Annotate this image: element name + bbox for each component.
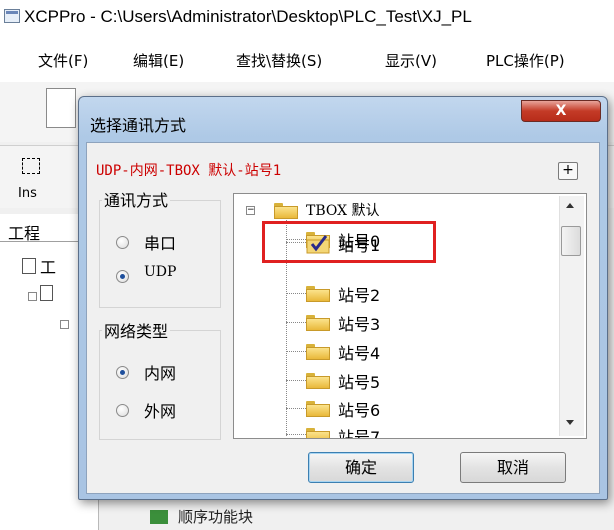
tree-station-4[interactable]: 站号4 xyxy=(338,340,380,364)
block-icon xyxy=(150,510,168,524)
menu-file[interactable]: 文件(F) xyxy=(38,50,88,71)
folder-icon xyxy=(306,401,330,417)
close-button[interactable]: X xyxy=(521,100,601,122)
document-icon xyxy=(40,285,53,301)
folder-icon xyxy=(274,203,298,219)
window-title: XCPPro - C:\Users\Administrator\Desktop\… xyxy=(24,7,472,26)
sequential-block-item[interactable]: 顺序功能块 xyxy=(178,506,253,527)
expand-button[interactable]: + xyxy=(558,162,578,180)
radio-serial[interactable] xyxy=(116,236,129,249)
project-tree-item[interactable]: 工 xyxy=(40,254,56,278)
tree-branch xyxy=(286,322,306,323)
tree-expand-icon[interactable] xyxy=(60,320,69,329)
tree-station-7[interactable]: 站号7 xyxy=(338,426,380,438)
connection-status-label: UDP-内网-TBOX 默认-站号1 xyxy=(96,163,282,179)
tree-branch xyxy=(286,380,306,381)
folder-icon xyxy=(306,428,330,438)
new-document-icon[interactable] xyxy=(46,88,76,128)
menu-edit[interactable]: 编辑(E) xyxy=(133,50,184,71)
communication-mode-title: 通讯方式 xyxy=(102,187,171,211)
tree-expand-icon[interactable] xyxy=(28,292,37,301)
selection-highlight-box xyxy=(262,221,436,263)
tree-branch xyxy=(286,293,306,294)
tree-station-6[interactable]: 站号6 xyxy=(338,397,380,421)
folder-icon xyxy=(306,344,330,360)
project-icon xyxy=(22,258,36,274)
folder-icon xyxy=(306,286,330,302)
radio-internet-label[interactable]: 外网 xyxy=(144,398,176,422)
tree-station-3[interactable]: 站号3 xyxy=(338,311,380,335)
tree-root[interactable]: TBOX 默认 xyxy=(306,200,380,220)
dialog-title: 选择通讯方式 xyxy=(90,116,187,135)
network-type-title: 网络类型 xyxy=(102,318,171,342)
radio-intranet[interactable] xyxy=(116,366,129,379)
folder-icon xyxy=(306,315,330,331)
insert-label: Ins xyxy=(18,186,37,201)
radio-serial-label[interactable]: 串口 xyxy=(144,230,176,254)
app-icon xyxy=(4,9,20,23)
ok-button[interactable]: 确定 xyxy=(308,452,414,483)
tree-clipped-row: 站号7 xyxy=(236,426,556,438)
insert-icon[interactable] xyxy=(22,158,40,174)
scroll-down-icon[interactable] xyxy=(566,420,574,425)
folder-icon xyxy=(306,373,330,389)
radio-udp[interactable] xyxy=(116,270,129,283)
tree-branch xyxy=(286,434,306,435)
cancel-button[interactable]: 取消 xyxy=(460,452,566,483)
scroll-thumb[interactable] xyxy=(561,226,581,256)
communication-mode-group xyxy=(99,200,221,308)
tree-branch xyxy=(286,408,306,409)
tree-station-5[interactable]: 站号5 xyxy=(338,369,380,393)
tree-branch xyxy=(286,351,306,352)
radio-internet[interactable] xyxy=(116,404,129,417)
menu-plc-operation[interactable]: PLC操作(P) xyxy=(486,50,565,71)
menu-view[interactable]: 显示(V) xyxy=(385,50,437,71)
radio-intranet-label[interactable]: 内网 xyxy=(144,360,176,384)
radio-udp-label[interactable]: UDP xyxy=(144,264,176,280)
tree-station-2[interactable]: 站号2 xyxy=(338,282,380,306)
menu-find-replace[interactable]: 查找\替换(S) xyxy=(236,50,322,71)
network-type-group xyxy=(99,330,221,440)
tree-collapse-icon[interactable]: − xyxy=(246,206,255,215)
scroll-up-icon[interactable] xyxy=(566,203,574,208)
